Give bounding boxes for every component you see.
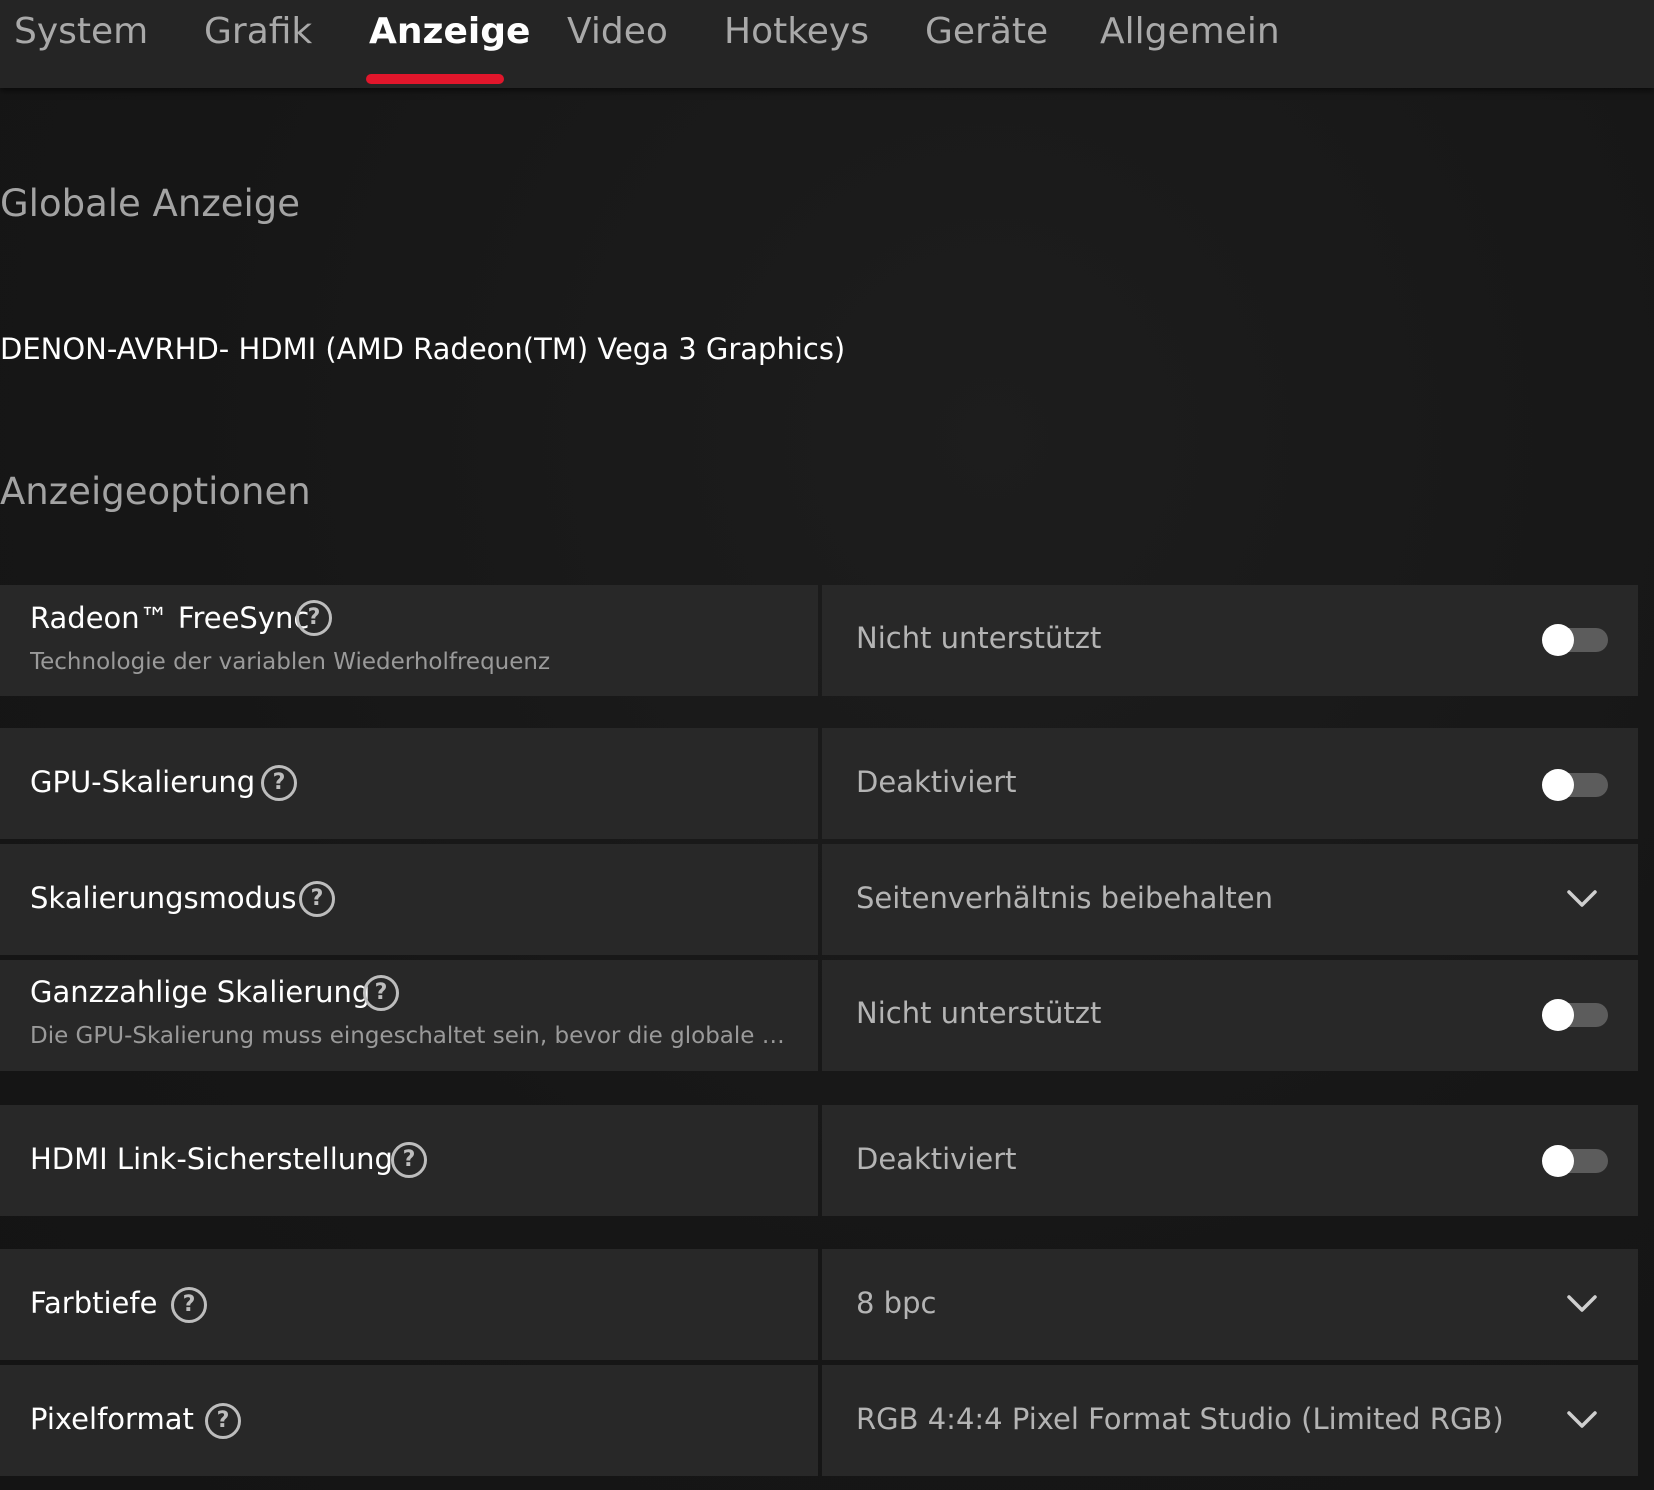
top-tab-bar: System Grafik Anzeige Video Hotkeys Gerä… — [0, 0, 1654, 88]
toggle-knob — [1542, 769, 1574, 801]
tab-allgemein[interactable]: Allgemein — [1100, 8, 1280, 56]
global-display-heading: Globale Anzeige — [0, 182, 301, 225]
tab-system[interactable]: System — [14, 8, 148, 56]
tab-hotkeys[interactable]: Hotkeys — [724, 8, 869, 56]
setting-row-freesync: Radeon™ FreeSync ? Technologie der varia… — [0, 585, 1638, 696]
setting-label-cell: HDMI Link-Sicherstellung ? — [0, 1105, 818, 1216]
setting-label-cell: Skalierungsmodus ? — [0, 844, 818, 955]
setting-value: Nicht unterstützt — [856, 621, 1102, 655]
hdmi-link-control[interactable]: Deaktiviert — [822, 1105, 1638, 1216]
setting-label-cell: Ganzzahlige Skalierung ? Die GPU-Skalier… — [0, 960, 818, 1071]
chevron-down-icon — [1567, 1411, 1597, 1428]
setting-row-scaling-mode: Skalierungsmodus ? Seitenverhältnis beib… — [0, 844, 1638, 955]
question-circle-icon[interactable]: ? — [261, 765, 297, 801]
setting-row-pixel-format: Pixelformat ? RGB 4:4:4 Pixel Format Stu… — [0, 1365, 1638, 1476]
tab-anzeige[interactable]: Anzeige — [369, 8, 530, 56]
setting-label-cell: GPU-Skalierung ? — [0, 728, 818, 839]
setting-label: Farbtiefe — [30, 1286, 158, 1320]
gpu-scaling-control[interactable]: Deaktiviert — [822, 728, 1638, 839]
toggle-switch[interactable] — [1542, 1145, 1608, 1177]
toggle-knob — [1542, 1145, 1574, 1177]
tab-grafik[interactable]: Grafik — [204, 8, 312, 56]
setting-label: Ganzzahlige Skalierung — [30, 975, 371, 1009]
setting-row-gpu-scaling: GPU-Skalierung ? Deaktiviert — [0, 728, 1638, 839]
setting-row-hdmi-link: HDMI Link-Sicherstellung ? Deaktiviert — [0, 1105, 1638, 1216]
toggle-switch[interactable] — [1542, 769, 1608, 801]
setting-value: Seitenverhältnis beibehalten — [856, 881, 1274, 915]
setting-label-cell: Farbtiefe ? — [0, 1249, 818, 1360]
setting-label: Skalierungsmodus — [30, 881, 297, 915]
setting-value: RGB 4:4:4 Pixel Format Studio (Limited R… — [856, 1402, 1504, 1436]
setting-label-cell: Pixelformat ? — [0, 1365, 818, 1476]
freesync-control[interactable]: Nicht unterstützt — [822, 585, 1638, 696]
setting-value: 8 bpc — [856, 1286, 937, 1320]
setting-label: Radeon™ FreeSync — [30, 601, 310, 635]
chevron-down-icon — [1567, 890, 1597, 907]
toggle-knob — [1542, 624, 1574, 656]
display-options-heading: Anzeigeoptionen — [0, 470, 311, 513]
scaling-mode-dropdown[interactable]: Seitenverhältnis beibehalten — [822, 844, 1638, 955]
color-depth-dropdown[interactable]: 8 bpc — [822, 1249, 1638, 1360]
question-circle-icon[interactable]: ? — [391, 1142, 427, 1178]
setting-row-integer-scaling: Ganzzahlige Skalierung ? Die GPU-Skalier… — [0, 960, 1638, 1071]
pixel-format-dropdown[interactable]: RGB 4:4:4 Pixel Format Studio (Limited R… — [822, 1365, 1638, 1476]
setting-row-color-depth: Farbtiefe ? 8 bpc — [0, 1249, 1638, 1360]
setting-label: GPU-Skalierung — [30, 765, 256, 799]
tab-video[interactable]: Video — [567, 8, 668, 56]
toggle-switch[interactable] — [1542, 999, 1608, 1031]
tab-geraete[interactable]: Geräte — [925, 8, 1048, 56]
display-name: DENON-AVRHD- HDMI (AMD Radeon(TM) Vega 3… — [0, 332, 846, 366]
integer-scaling-control[interactable]: Nicht unterstützt — [822, 960, 1638, 1071]
settings-content: Globale Anzeige DENON-AVRHD- HDMI (AMD R… — [0, 88, 1654, 1490]
question-circle-icon[interactable]: ? — [171, 1287, 207, 1323]
setting-value: Deaktiviert — [856, 765, 1017, 799]
setting-value: Deaktiviert — [856, 1142, 1017, 1176]
question-circle-icon[interactable]: ? — [205, 1403, 241, 1439]
question-circle-icon[interactable]: ? — [299, 881, 335, 917]
setting-value: Nicht unterstützt — [856, 996, 1102, 1030]
toggle-knob — [1542, 999, 1574, 1031]
setting-label: HDMI Link-Sicherstellung — [30, 1142, 393, 1176]
active-tab-indicator — [366, 74, 504, 84]
toggle-switch[interactable] — [1542, 624, 1608, 656]
setting-label: Pixelformat — [30, 1402, 194, 1436]
setting-description: Die GPU-Skalierung muss eingeschaltet se… — [30, 1023, 790, 1049]
question-circle-icon[interactable]: ? — [363, 975, 399, 1011]
chevron-down-icon — [1567, 1295, 1597, 1312]
setting-description: Technologie der variablen Wiederholfrequ… — [30, 649, 551, 675]
question-circle-icon[interactable]: ? — [296, 600, 332, 636]
setting-label-cell: Radeon™ FreeSync ? Technologie der varia… — [0, 585, 818, 696]
